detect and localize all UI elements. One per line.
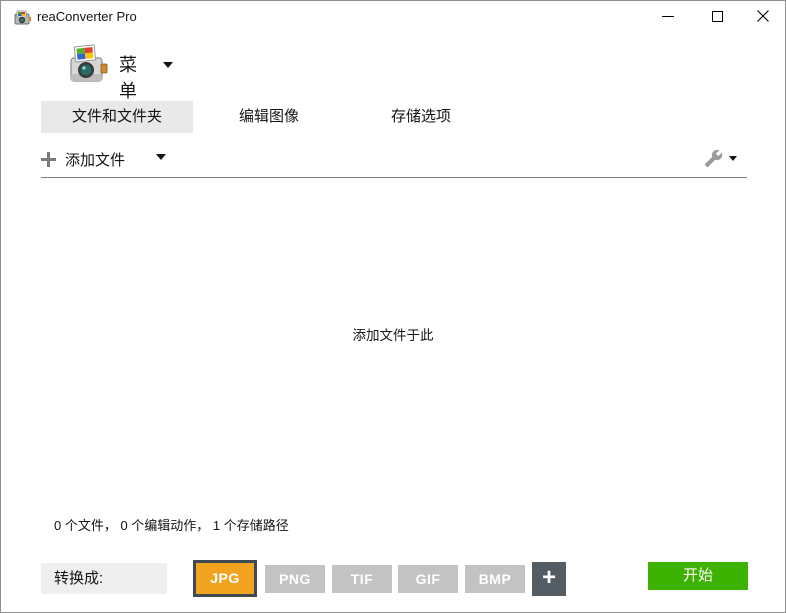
menu-label: 菜单 bbox=[119, 55, 137, 101]
minimize-button[interactable] bbox=[648, 1, 688, 31]
plus-icon bbox=[41, 151, 56, 167]
settings-button[interactable] bbox=[704, 144, 748, 172]
camera-logo-icon bbox=[70, 44, 108, 82]
minimize-icon bbox=[662, 15, 674, 17]
start-button[interactable]: 开始 bbox=[648, 562, 748, 590]
tab-edit-images[interactable]: 编辑图像 bbox=[193, 101, 345, 133]
status-summary: 0 个文件， 0 个编辑动作， 1 个存储路径 bbox=[54, 518, 289, 533]
maximize-button[interactable] bbox=[697, 1, 737, 31]
add-files-dropdown-icon[interactable] bbox=[156, 154, 166, 160]
chevron-down-icon bbox=[163, 62, 173, 68]
format-button-gif[interactable]: GIF bbox=[398, 565, 458, 593]
add-files-label: 添加文件 bbox=[65, 151, 126, 169]
wrench-icon bbox=[704, 149, 723, 167]
settings-dropdown-icon bbox=[729, 155, 737, 161]
menu-row: 菜单 bbox=[1, 41, 785, 101]
tab-bar: 文件和文件夹 编辑图像 存储选项 bbox=[41, 101, 497, 133]
dropzone-hint: 添加文件于此 bbox=[352, 328, 434, 343]
format-button-bmp[interactable]: BMP bbox=[465, 565, 525, 593]
toolbar: 添加文件 bbox=[1, 141, 785, 177]
menu-button[interactable]: 菜单 bbox=[31, 41, 173, 101]
bottom-bar: 转换成: JPG PNG TIF GIF BMP + 开始 bbox=[1, 549, 785, 612]
add-files-button[interactable]: 添加文件 bbox=[41, 145, 125, 173]
maximize-icon bbox=[711, 10, 723, 22]
convert-to-label: 转换成: bbox=[41, 563, 167, 594]
file-drop-zone[interactable]: 添加文件于此 bbox=[2, 178, 784, 504]
format-button-jpg[interactable]: JPG bbox=[193, 560, 257, 597]
format-button-tif[interactable]: TIF bbox=[332, 565, 392, 593]
app-logo-icon bbox=[14, 10, 31, 25]
add-format-button[interactable]: + bbox=[532, 562, 566, 596]
close-button[interactable] bbox=[743, 1, 783, 31]
app-window: reaConverter Pro 菜单 文件和文件夹 编辑图像 存储选项 添加文… bbox=[0, 0, 786, 613]
tab-files-and-folders[interactable]: 文件和文件夹 bbox=[41, 101, 193, 133]
close-icon bbox=[757, 10, 769, 22]
window-title: reaConverter Pro bbox=[37, 9, 137, 24]
format-button-png[interactable]: PNG bbox=[265, 565, 325, 593]
tab-saving-options[interactable]: 存储选项 bbox=[345, 101, 497, 133]
titlebar: reaConverter Pro bbox=[1, 1, 785, 33]
